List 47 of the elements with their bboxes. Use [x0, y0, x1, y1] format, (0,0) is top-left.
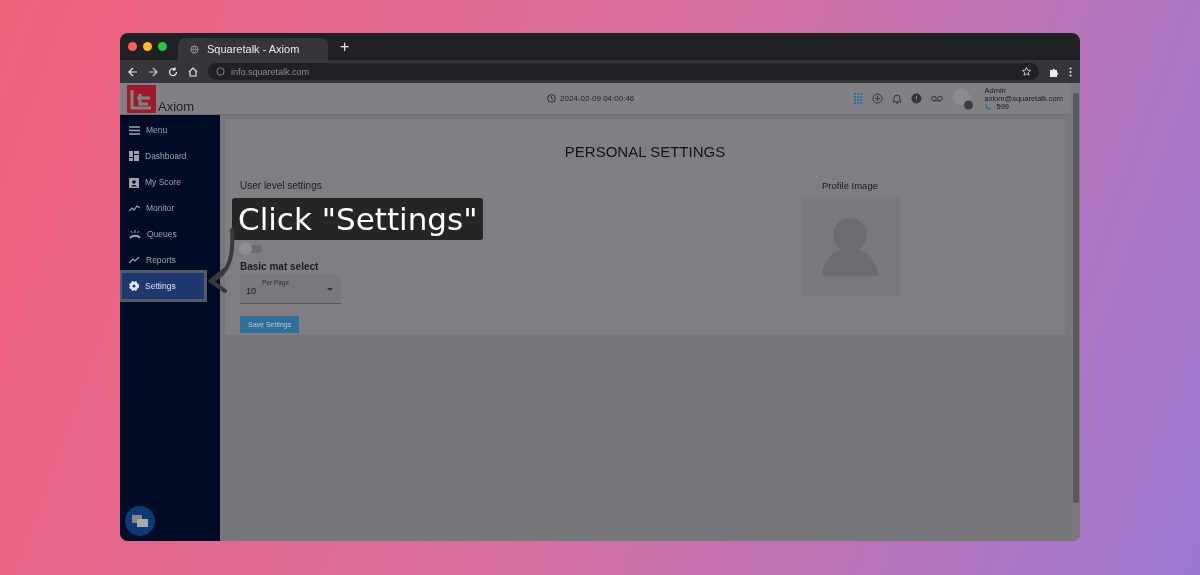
phone-icon	[129, 229, 141, 239]
back-icon[interactable]	[128, 66, 138, 77]
badge-icon	[129, 176, 139, 188]
sidebar-item[interactable]: Menu	[122, 117, 218, 143]
page-title: PERSONAL SETTINGS	[563, 143, 727, 160]
puzzle-icon[interactable]	[1049, 66, 1059, 77]
sidebar-item[interactable]: Monitor	[122, 195, 218, 221]
sidebar-item[interactable]: My Score	[122, 169, 218, 195]
forward-icon[interactable]	[148, 66, 158, 77]
date-time: 2024-02-09 04:00:46	[560, 94, 635, 103]
section-title: Basic mat select	[240, 261, 319, 272]
sidebar-item[interactable]: Queues	[122, 221, 218, 247]
section-title: User level settings	[240, 180, 322, 191]
minimize-window-button[interactable]	[143, 42, 152, 51]
callout-text: Click "Settings"	[232, 198, 484, 240]
trend-icon	[129, 204, 140, 212]
phone-icon	[984, 103, 992, 110]
sidebar-item[interactable]: Dashboard	[122, 143, 218, 169]
star-icon[interactable]	[1022, 67, 1031, 76]
plus-circle-icon[interactable]	[871, 93, 883, 104]
profile-title: Profile Image	[822, 180, 878, 191]
avatar[interactable]	[951, 87, 974, 110]
logo-text: Axiom	[158, 99, 195, 113]
sidebar-item[interactable]: Reports	[122, 247, 218, 273]
tab-title: Squaretalk - Axiom	[207, 43, 300, 55]
bell-icon[interactable]	[891, 93, 902, 104]
settings-icon	[129, 281, 139, 291]
reload-icon[interactable]	[168, 66, 178, 77]
clock-icon	[547, 94, 556, 103]
new-tab-button[interactable]: +	[340, 37, 350, 56]
voicemail-icon[interactable]	[930, 95, 943, 102]
alert-icon[interactable]	[910, 93, 922, 104]
maximize-window-button[interactable]	[158, 42, 167, 51]
more-icon[interactable]	[1069, 66, 1072, 77]
chat-icon	[132, 514, 148, 528]
sidebar-item[interactable]: Settings	[122, 273, 204, 299]
chat-button[interactable]	[125, 506, 155, 536]
browser-tab[interactable]: Squaretalk - Axiom	[178, 38, 328, 60]
home-icon[interactable]	[188, 66, 198, 77]
close-window-button[interactable]	[128, 42, 137, 51]
toggle-switch[interactable]	[240, 245, 262, 253]
scrollbar[interactable]	[1072, 93, 1079, 503]
trend-icon	[129, 256, 140, 264]
address-bar[interactable]: info.squaretalk.com	[208, 63, 1039, 80]
dashboard-icon	[129, 151, 139, 161]
menu-icon	[129, 125, 140, 135]
pointer-arrow	[206, 228, 236, 294]
